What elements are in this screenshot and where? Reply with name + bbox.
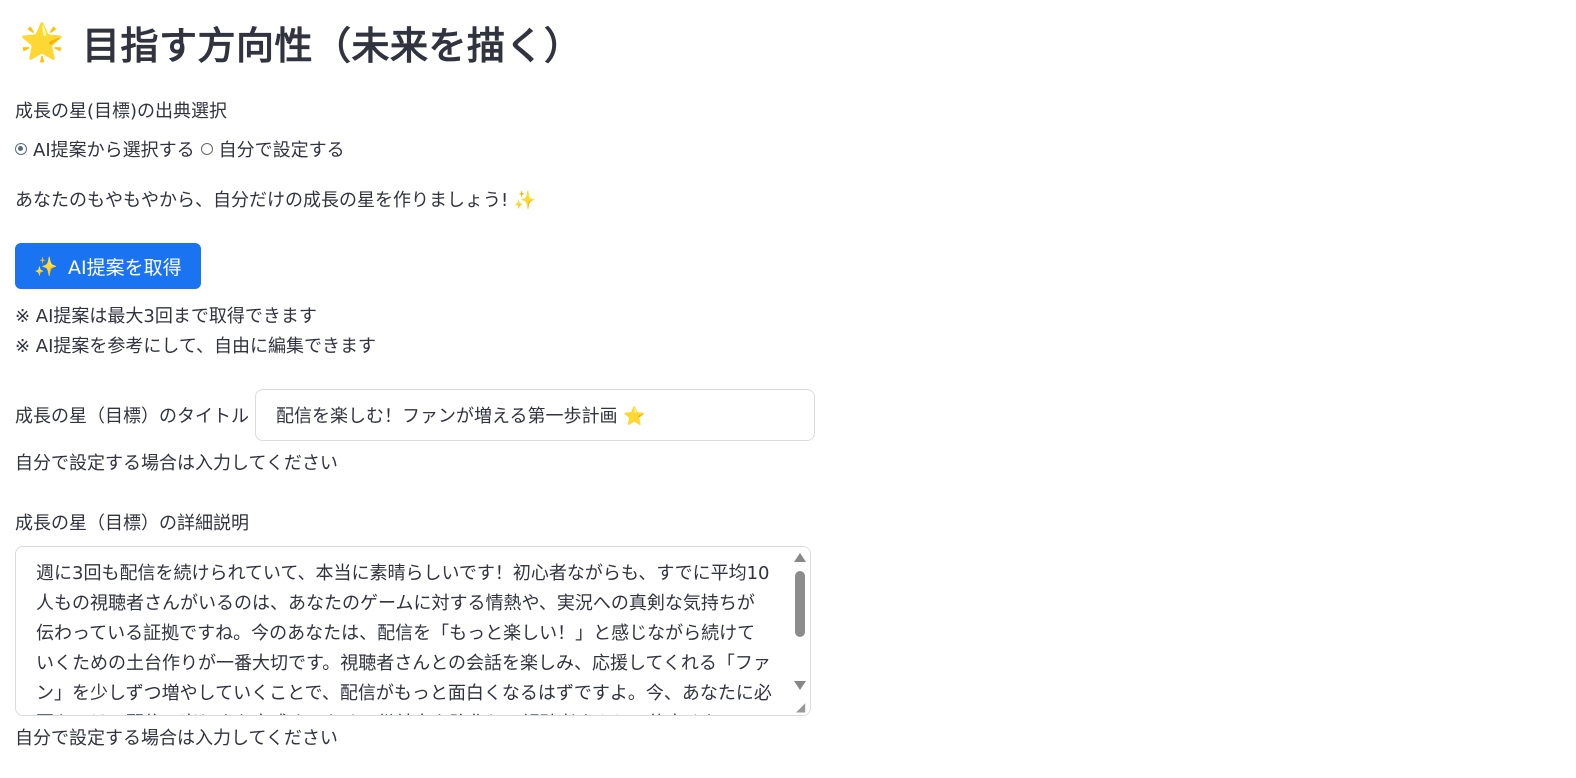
- goal-title-input[interactable]: [255, 389, 815, 441]
- source-radio-group: AI提案から選択する 自分で設定する: [15, 136, 351, 162]
- goal-title-row: 成長の星（目標）のタイトル: [15, 389, 815, 441]
- sparkles-icon: ✨: [34, 255, 59, 278]
- source-select-label: 成長の星(目標)の出典選択: [15, 101, 228, 122]
- get-ai-suggestion-label: AI提案を取得: [68, 256, 182, 279]
- goal-title-help: 自分で設定する場合は入力してください: [15, 453, 338, 474]
- radio-option-self[interactable]: 自分で設定する: [200, 136, 345, 162]
- page-title: 目指す方向性（未来を描く）: [82, 23, 583, 68]
- scroll-thumb[interactable]: [795, 571, 805, 637]
- radio-ai-label: AI提案から選択する: [33, 140, 195, 161]
- glowing-star-icon: 🌟: [19, 22, 65, 63]
- note-max-suggestions: ※ AI提案は最大3回まで取得できます: [15, 306, 317, 327]
- radio-self-label: 自分で設定する: [218, 140, 345, 161]
- intro-text: あなたのもやもやから、自分だけの成長の星を作りましょう! ✨: [15, 190, 537, 211]
- goal-detail-scrollbar[interactable]: [790, 547, 810, 715]
- goal-title-label: 成長の星（目標）のタイトル: [15, 406, 249, 427]
- resize-handle-icon[interactable]: ◢: [796, 701, 808, 713]
- page-header: 🌟 目指す方向性（未来を描く）: [18, 14, 583, 70]
- get-ai-suggestion-button[interactable]: ✨ AI提案を取得: [15, 243, 201, 289]
- page: 🌟 目指す方向性（未来を描く） 成長の星(目標)の出典選択 AI提案から選択する…: [0, 0, 1576, 778]
- goal-detail-container: 週に3回も配信を続けられていて、本当に素晴らしいです！初心者ながらも、すでに平均…: [15, 546, 811, 716]
- radio-self[interactable]: [200, 143, 213, 155]
- goal-detail-label: 成長の星（目標）の詳細説明: [15, 513, 249, 534]
- scroll-down-arrow-icon[interactable]: [794, 681, 806, 690]
- note-editable: ※ AI提案を参考にして、自由に編集できます: [15, 336, 376, 357]
- goal-detail-textarea[interactable]: 週に3回も配信を続けられていて、本当に素晴らしいです！初心者ながらも、すでに平均…: [16, 547, 792, 715]
- goal-detail-help: 自分で設定する場合は入力してください: [15, 728, 338, 749]
- scroll-up-arrow-icon[interactable]: [794, 553, 806, 562]
- radio-option-ai[interactable]: AI提案から選択する: [15, 136, 195, 162]
- radio-ai-selected[interactable]: [15, 143, 27, 155]
